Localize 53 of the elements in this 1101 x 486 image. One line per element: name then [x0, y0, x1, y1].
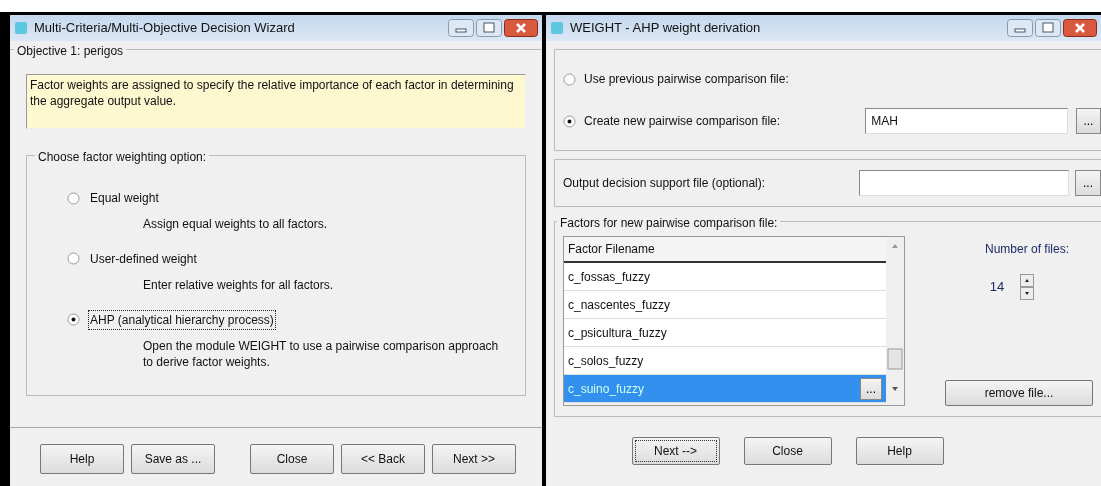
- remove-button[interactable]: remove file...: [945, 380, 1093, 406]
- number-value: 14: [989, 278, 1005, 297]
- browse-button[interactable]: ...: [860, 377, 882, 400]
- option-label[interactable]: User-defined weight: [88, 248, 199, 269]
- text-field[interactable]: MAH: [865, 108, 1068, 134]
- file-name: c_nascentes_fuzzy: [568, 296, 672, 314]
- list-row[interactable]: c_psicultura_fuzzy: [564, 319, 886, 347]
- close-icon[interactable]: [1063, 19, 1097, 37]
- minimize-icon[interactable]: [448, 19, 474, 37]
- radio-button[interactable]: [563, 72, 576, 86]
- minimize-icon[interactable]: [1007, 19, 1033, 37]
- file-name: c_suino_fuzzy: [568, 380, 646, 398]
- file-name: c_psicultura_fuzzy: [568, 324, 668, 342]
- app-icon: [14, 21, 28, 35]
- option-description: Assign equal weights to all factors.: [143, 216, 329, 233]
- button[interactable]: Close: [250, 444, 334, 474]
- option-label[interactable]: Use previous pairwise comparison file:: [584, 70, 868, 88]
- button[interactable]: Close: [743, 437, 832, 465]
- info-text: Factor weights are assigned to specify the relative importance of each factor in determining the aggregate output value.: [26, 74, 526, 129]
- file-name: c_fossas_fuzzy: [568, 268, 652, 286]
- window-title: Multi-Criteria/Multi-Objective Decision Wizard: [34, 19, 296, 38]
- field-label: Number of files:: [985, 241, 1069, 258]
- close-icon[interactable]: [504, 19, 538, 37]
- field-label: Output decision support file (optional):: [563, 175, 767, 192]
- maximize-icon[interactable]: [1035, 19, 1061, 37]
- spinner[interactable]: [1020, 274, 1035, 300]
- button[interactable]: Next -->: [631, 437, 720, 465]
- list-row[interactable]: c_fossas_fuzzy: [564, 263, 886, 291]
- radio-button[interactable]: [563, 114, 576, 128]
- option-label[interactable]: Equal weight: [88, 188, 161, 208]
- app-icon: [550, 21, 564, 35]
- maximize-icon[interactable]: [476, 19, 502, 37]
- button[interactable]: Next >>: [432, 444, 516, 474]
- browse-button[interactable]: ...: [1075, 170, 1101, 196]
- radio-button[interactable]: [67, 191, 80, 205]
- list-row[interactable]: c_solos_fuzzy: [564, 347, 886, 375]
- button[interactable]: Help: [40, 444, 124, 474]
- button[interactable]: Help: [855, 437, 944, 465]
- list-row[interactable]: c_nascentes_fuzzy: [564, 291, 886, 319]
- option-label[interactable]: Create new pairwise comparison file:: [584, 112, 858, 130]
- window-title: WEIGHT - AHP weight derivation: [570, 19, 762, 38]
- file-name: c_solos_fuzzy: [568, 352, 645, 370]
- radio-button[interactable]: [67, 313, 80, 327]
- column-header: Factor Filename: [564, 237, 886, 263]
- button[interactable]: << Back: [341, 444, 425, 474]
- button[interactable]: Save as ...: [131, 444, 215, 474]
- text-field[interactable]: [859, 170, 1069, 196]
- radio-button[interactable]: [67, 252, 80, 266]
- option-label[interactable]: AHP (analytical hierarchy process): [88, 309, 276, 330]
- browse-button[interactable]: ...: [1075, 108, 1101, 134]
- option-description: Enter relative weights for all factors.: [143, 276, 335, 294]
- option-description: Open the module WEIGHT to use a pairwise comparison approach to derive factor weights.: [143, 337, 500, 372]
- list-row[interactable]: c_suino_fuzzy ...: [564, 375, 886, 403]
